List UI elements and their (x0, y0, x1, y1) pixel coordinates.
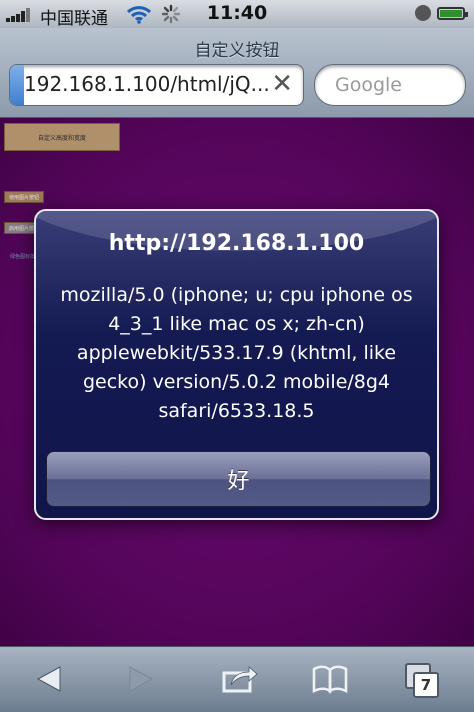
loading-progress (10, 65, 24, 105)
pages-count: 7 (413, 672, 439, 698)
share-icon[interactable] (219, 661, 259, 697)
bottom-toolbar: 7 (0, 646, 474, 712)
page-title: 自定义按钮 (194, 41, 280, 61)
pages-icon[interactable]: 7 (404, 661, 444, 698)
clear-icon[interactable]: ✕ (271, 69, 293, 99)
battery-icon (437, 7, 468, 20)
browser-header: 自定义按钮 192.168.1.100/html/jQ... ✕ (0, 28, 474, 118)
status-time: 11:40 (206, 2, 268, 24)
forward-arrow-icon[interactable] (122, 661, 162, 697)
back-arrow-icon[interactable] (28, 661, 68, 697)
ok-button[interactable]: 好 (46, 451, 431, 507)
status-bar: 中国联通 11:40 (0, 0, 474, 29)
search-bar[interactable] (314, 64, 466, 106)
alert-dialog: http://192.168.1.100 mozilla/5.0 (iphone… (34, 209, 439, 520)
alert-message: mozilla/5.0 (iphone; u; cpu iphone os 4_… (60, 284, 413, 422)
bookmarks-icon[interactable] (310, 661, 350, 697)
search-input[interactable] (333, 73, 457, 97)
address-bar[interactable]: 192.168.1.100/html/jQ... ✕ (9, 64, 304, 106)
alert-title: http://192.168.1.100 (108, 231, 365, 256)
address-text: 192.168.1.100/html/jQ... (24, 72, 270, 96)
alarm-icon (415, 5, 431, 21)
